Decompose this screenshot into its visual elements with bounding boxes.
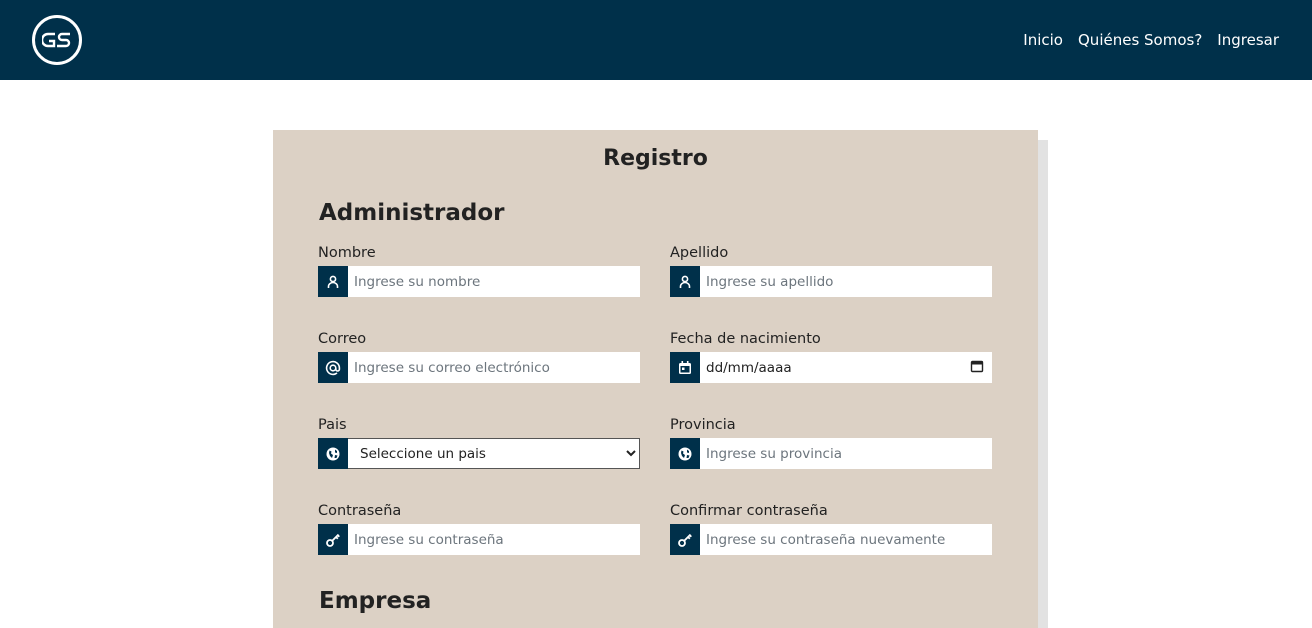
input-group — [318, 352, 640, 383]
field-nombre: Nombre — [318, 243, 640, 297]
field-label: Confirmar contraseña — [670, 503, 828, 519]
field-label: Apellido — [670, 245, 729, 261]
pais-select[interactable]: Seleccione un pais — [348, 438, 640, 469]
logo-mark-icon — [42, 32, 71, 48]
field-label: Provincia — [670, 417, 736, 433]
field-confirmar-contrasena: Confirmar contraseña — [670, 501, 992, 555]
input-group — [670, 266, 992, 297]
field-provincia: Provincia — [670, 415, 992, 469]
field-label: Nombre — [318, 245, 376, 261]
fecha-value: dd/mm/aaaa — [706, 359, 792, 376]
page-title: Registro — [603, 146, 708, 171]
field-fecha: Fecha de nacimiento dd/mm/aaaa — [670, 329, 992, 383]
apellido-input[interactable] — [700, 266, 992, 297]
provincia-input[interactable] — [700, 438, 992, 469]
section-title-admin: Administrador — [319, 200, 505, 226]
calendar-icon — [670, 352, 700, 383]
field-correo: Correo — [318, 329, 640, 383]
user-icon — [318, 266, 348, 297]
key-icon — [318, 524, 348, 555]
globe-icon — [318, 438, 348, 469]
field-contrasena: Contraseña — [318, 501, 640, 555]
globe-icon — [670, 438, 700, 469]
key-icon — [670, 524, 700, 555]
navbar: Inicio Quiénes Somos? Ingresar — [0, 0, 1312, 80]
confirmar-contrasena-input[interactable] — [700, 524, 992, 555]
nav-link-ingresar[interactable]: Ingresar — [1217, 30, 1279, 50]
correo-input[interactable] — [348, 352, 640, 383]
input-group — [670, 438, 992, 469]
section-title-empresa: Empresa — [319, 588, 432, 614]
input-group — [318, 524, 640, 555]
calendar-picker-icon[interactable] — [970, 359, 984, 377]
field-label: Fecha de nacimiento — [670, 331, 821, 347]
at-icon — [318, 352, 348, 383]
nav-link-inicio[interactable]: Inicio — [1023, 30, 1063, 50]
nav-link-quienes-somos[interactable]: Quiénes Somos? — [1078, 30, 1202, 50]
registration-card: Registro Administrador Nombre Apellido C… — [273, 130, 1038, 628]
field-label: Correo — [318, 331, 367, 347]
input-group — [318, 266, 640, 297]
field-label: Pais — [318, 417, 347, 433]
input-group — [670, 524, 992, 555]
field-pais: Pais Seleccione un pais — [318, 415, 640, 469]
fecha-input[interactable]: dd/mm/aaaa — [700, 352, 992, 383]
nombre-input[interactable] — [348, 266, 640, 297]
input-group: dd/mm/aaaa — [670, 352, 992, 383]
input-group: Seleccione un pais — [318, 438, 640, 469]
contrasena-input[interactable] — [348, 524, 640, 555]
field-label: Contraseña — [318, 503, 402, 519]
user-icon — [670, 266, 700, 297]
field-apellido: Apellido — [670, 243, 992, 297]
nav-links: Inicio Quiénes Somos? Ingresar — [1023, 30, 1279, 50]
logo[interactable] — [32, 15, 82, 65]
